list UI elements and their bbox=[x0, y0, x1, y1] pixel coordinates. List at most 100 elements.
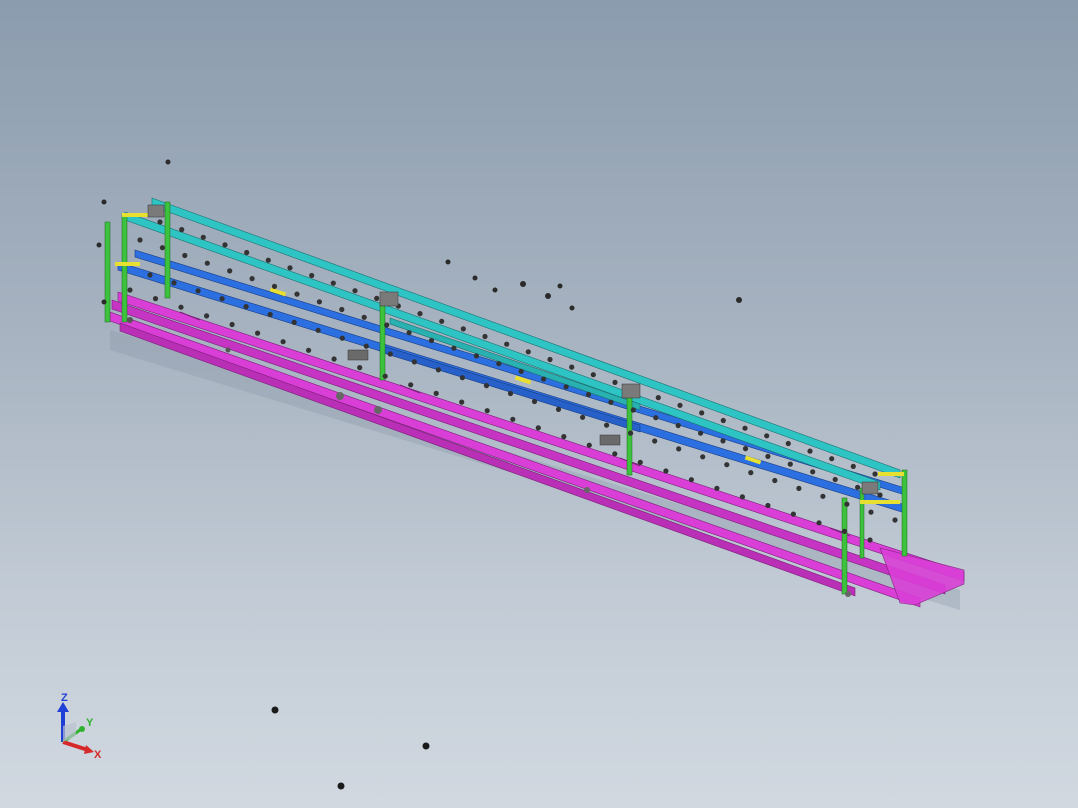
roller bbox=[586, 442, 592, 448]
roller bbox=[152, 296, 159, 302]
roller bbox=[363, 343, 369, 349]
roller bbox=[267, 311, 273, 318]
roller bbox=[473, 353, 479, 359]
roller bbox=[555, 406, 562, 412]
roller bbox=[361, 314, 367, 320]
roller bbox=[653, 415, 659, 421]
roller bbox=[699, 410, 705, 416]
roller bbox=[724, 462, 730, 468]
roller bbox=[748, 470, 754, 476]
roller bbox=[630, 407, 636, 413]
roller bbox=[382, 373, 388, 379]
roller bbox=[585, 391, 592, 398]
roller bbox=[339, 306, 345, 313]
roller bbox=[182, 252, 188, 259]
roller bbox=[439, 318, 445, 324]
conveyor-frame-model[interactable] bbox=[0, 0, 1078, 808]
roller bbox=[655, 395, 661, 401]
roller bbox=[590, 372, 596, 378]
x-axis-arrow bbox=[62, 740, 89, 752]
roller bbox=[764, 433, 770, 439]
roller bbox=[200, 234, 206, 240]
roller bbox=[663, 468, 669, 474]
roller bbox=[483, 383, 490, 389]
roller bbox=[484, 408, 490, 414]
roller bbox=[387, 351, 393, 357]
roller bbox=[406, 330, 412, 336]
roller bbox=[807, 448, 813, 454]
roller bbox=[872, 471, 878, 477]
roller bbox=[244, 249, 250, 256]
roller bbox=[816, 520, 822, 526]
roller bbox=[384, 322, 390, 328]
roller bbox=[855, 484, 861, 490]
roller bbox=[541, 376, 547, 382]
roller bbox=[720, 417, 726, 424]
roller bbox=[677, 402, 683, 408]
roller bbox=[810, 469, 816, 475]
z-axis-label: Z bbox=[61, 692, 68, 704]
roller bbox=[315, 327, 321, 333]
roller bbox=[688, 477, 695, 483]
roller bbox=[832, 476, 838, 483]
roller bbox=[742, 425, 748, 431]
exploded-fasteners bbox=[96, 159, 851, 790]
roller bbox=[330, 280, 336, 286]
roller bbox=[787, 461, 793, 467]
roller bbox=[127, 287, 133, 293]
roller bbox=[637, 459, 643, 465]
roller bbox=[417, 311, 423, 317]
roller bbox=[772, 477, 778, 484]
roller bbox=[698, 430, 704, 436]
roller bbox=[504, 341, 510, 347]
roller bbox=[287, 265, 293, 271]
roller bbox=[195, 288, 201, 294]
orientation-triad[interactable]: Z Y X bbox=[50, 690, 110, 760]
roller bbox=[510, 416, 516, 422]
roller bbox=[535, 425, 541, 431]
roller bbox=[222, 242, 228, 248]
roller bbox=[892, 517, 898, 523]
roller bbox=[765, 453, 771, 459]
roller bbox=[331, 356, 337, 362]
roller bbox=[316, 299, 322, 305]
roller bbox=[159, 245, 165, 251]
roller bbox=[676, 446, 682, 452]
roller bbox=[868, 509, 874, 515]
roller bbox=[147, 272, 153, 278]
roller bbox=[612, 451, 618, 457]
roller bbox=[604, 422, 610, 428]
roller bbox=[531, 398, 538, 405]
graphics-viewport[interactable]: Z Y X bbox=[0, 0, 1078, 808]
roller bbox=[628, 430, 634, 436]
roller bbox=[652, 438, 658, 444]
roller bbox=[219, 296, 225, 302]
roller bbox=[850, 463, 856, 469]
roller bbox=[525, 349, 531, 355]
roller bbox=[563, 384, 569, 390]
roller bbox=[255, 330, 261, 336]
roller bbox=[742, 446, 749, 452]
roller bbox=[785, 440, 791, 447]
roller bbox=[569, 364, 575, 370]
roller bbox=[518, 368, 524, 374]
roller bbox=[714, 485, 720, 491]
roller bbox=[280, 339, 286, 345]
roller bbox=[608, 399, 614, 405]
roller bbox=[137, 237, 143, 243]
roller bbox=[374, 295, 380, 301]
roller bbox=[435, 367, 441, 373]
roller bbox=[867, 537, 873, 543]
roller bbox=[765, 502, 771, 509]
roller bbox=[796, 485, 802, 491]
roller bbox=[496, 361, 502, 367]
roller bbox=[459, 375, 465, 381]
roller bbox=[411, 359, 417, 365]
roller bbox=[675, 422, 681, 429]
roller bbox=[171, 280, 177, 286]
roller bbox=[179, 227, 185, 233]
roller bbox=[841, 528, 848, 535]
roller bbox=[612, 379, 618, 385]
roller bbox=[227, 268, 233, 274]
roller bbox=[790, 511, 797, 517]
